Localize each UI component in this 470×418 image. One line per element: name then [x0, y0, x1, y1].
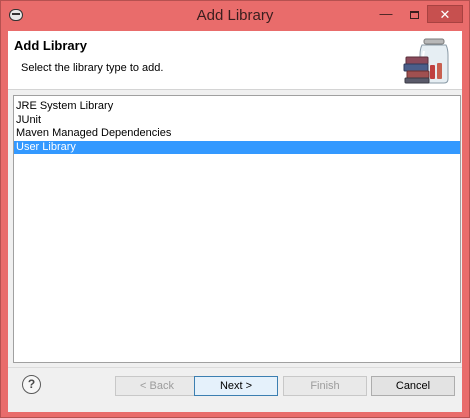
minimize-button[interactable]: — [373, 5, 399, 23]
help-button[interactable]: ? [22, 375, 41, 394]
list-item-jre-system-library[interactable]: JRE System Library [14, 100, 460, 114]
list-item-junit[interactable]: JUnit [14, 114, 460, 128]
list-item-maven-managed-dependencies[interactable]: Maven Managed Dependencies [14, 127, 460, 141]
close-button[interactable]: ✕ [427, 5, 463, 23]
back-button[interactable]: < Back [115, 376, 199, 396]
dialog-body: Add Library Select the library type to a… [8, 31, 462, 412]
maximize-icon [409, 10, 419, 19]
wizard-page-description: Select the library type to add. [21, 62, 164, 74]
wizard-header: Add Library Select the library type to a… [8, 31, 462, 90]
title-bar[interactable]: Add Library — ✕ [1, 1, 469, 31]
library-type-list[interactable]: JRE System Library JUnit Maven Managed D… [13, 95, 461, 363]
library-jar-books-icon [403, 38, 449, 84]
add-library-dialog: Add Library — ✕ Add Library Select the l… [0, 0, 470, 418]
next-button[interactable]: Next > [194, 376, 278, 396]
maximize-button[interactable] [401, 5, 427, 23]
finish-button[interactable]: Finish [283, 376, 367, 396]
list-item-user-library[interactable]: User Library [14, 140, 460, 154]
cancel-button[interactable]: Cancel [371, 376, 455, 396]
wizard-page-title: Add Library [14, 38, 87, 53]
footer-divider [8, 367, 462, 368]
